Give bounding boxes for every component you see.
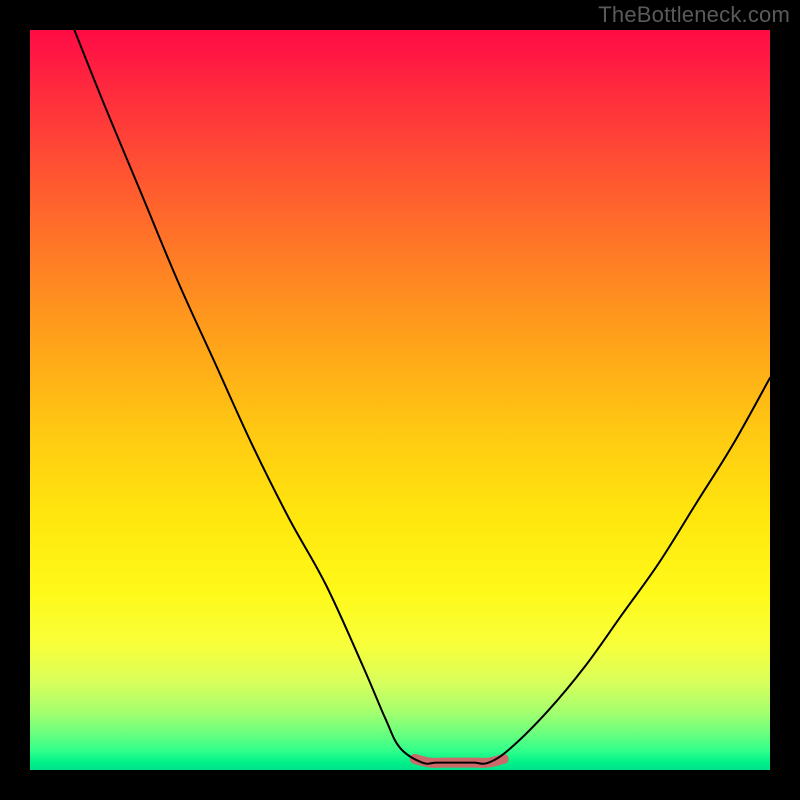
bottleneck-curve (74, 30, 770, 764)
chart-frame: TheBottleneck.com (0, 0, 800, 800)
plot-area (30, 30, 770, 770)
watermark-text: TheBottleneck.com (598, 2, 790, 28)
chart-svg (30, 30, 770, 770)
